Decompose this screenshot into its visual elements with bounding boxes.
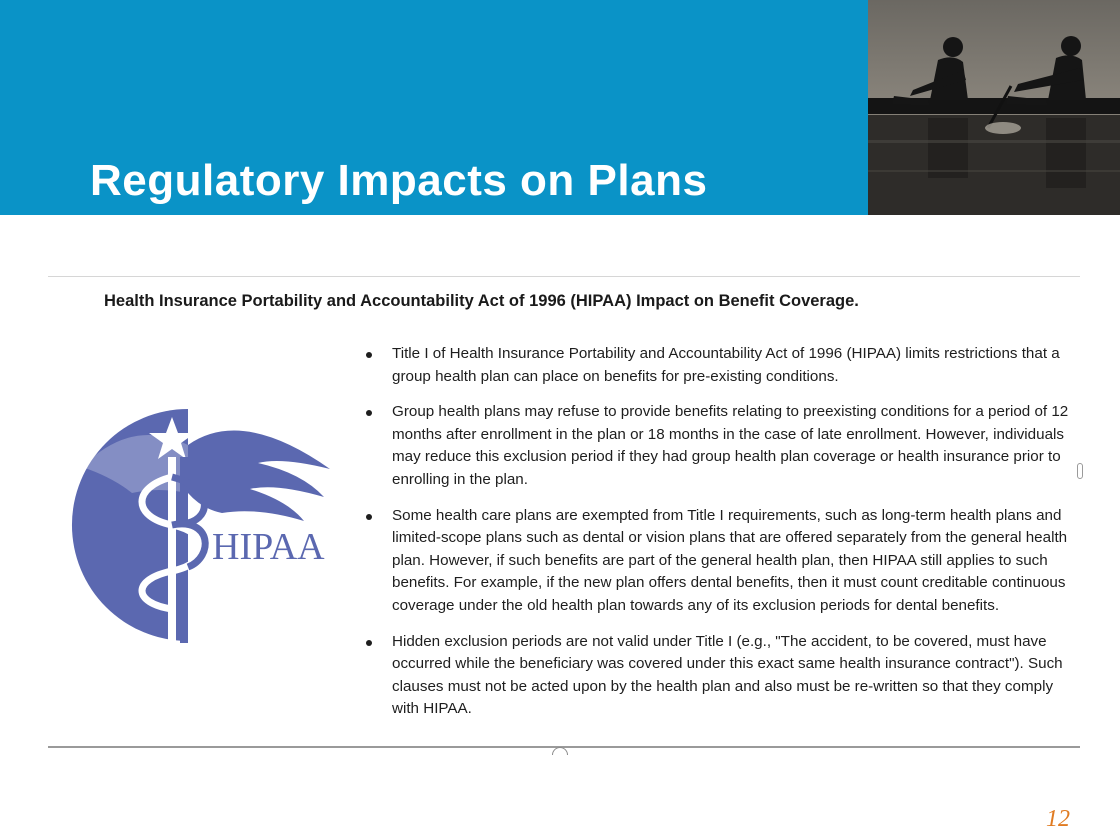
list-item: Some health care plans are exempted from… <box>364 505 1076 618</box>
list-item: Hidden exclusion periods are not valid u… <box>364 631 1076 721</box>
list-item: Group health plans may refuse to provide… <box>364 401 1076 491</box>
bullet-icon <box>366 639 372 646</box>
resize-handle-bottom[interactable] <box>552 747 568 755</box>
page-number: 12 <box>1046 806 1070 832</box>
slide-title: Regulatory Impacts on Plans <box>90 156 708 205</box>
title-band: Regulatory Impacts on Plans <box>0 0 868 215</box>
bullet-icon <box>366 513 372 520</box>
list-item-text: Some health care plans are exempted from… <box>392 506 1068 614</box>
embedded-document[interactable]: Health Insurance Portability and Account… <box>48 276 1083 755</box>
bullet-icon <box>366 410 372 417</box>
list-item: Title I of Health Insurance Portability … <box>364 343 1076 388</box>
bullet-list: Title I of Health Insurance Portability … <box>364 343 1076 734</box>
document-heading: Health Insurance Portability and Account… <box>104 292 859 310</box>
resize-handle-right[interactable] <box>1077 463 1083 479</box>
list-item-text: Hidden exclusion periods are not valid u… <box>392 632 1063 718</box>
hipaa-logo-text: HIPAA <box>212 526 325 568</box>
list-item-text: Title I of Health Insurance Portability … <box>392 345 1060 385</box>
bullet-icon <box>366 352 372 358</box>
hipaa-logo: HIPAA <box>62 397 352 647</box>
rowers-photo <box>868 0 1120 215</box>
list-item-text: Group health plans may refuse to provide… <box>392 403 1069 488</box>
